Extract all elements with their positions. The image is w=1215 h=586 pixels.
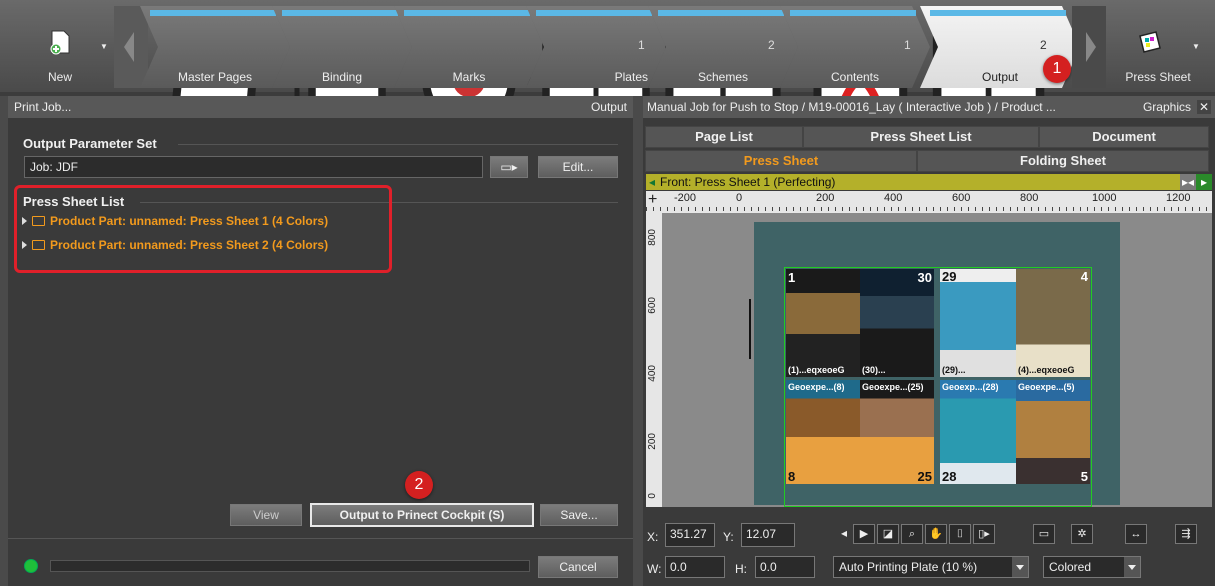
measure-icon[interactable]: ↔ xyxy=(1125,524,1147,544)
x-coordinate-field[interactable]: 351.27 xyxy=(665,523,715,547)
output-parameter-set-field[interactable]: Job: JDF xyxy=(24,156,483,178)
center-splitter[interactable] xyxy=(633,96,643,586)
scroll-right-button[interactable] xyxy=(1072,6,1106,88)
zoom-icon[interactable]: ⌕ xyxy=(901,524,923,544)
step-schemes[interactable]: 2 Schemes xyxy=(648,6,798,128)
divider xyxy=(178,144,618,145)
height-field[interactable]: 0.0 xyxy=(755,556,815,578)
cancel-button[interactable]: Cancel xyxy=(538,556,618,578)
chevron-down-icon xyxy=(1012,557,1028,577)
sheet-direction-arrow xyxy=(749,299,751,359)
output-to-prinect-cockpit-button[interactable]: Output to Prinect Cockpit (S) xyxy=(310,503,534,527)
monitor-arrow-icon: ▭▸ xyxy=(500,160,518,174)
frame-select-icon[interactable]: ◪ xyxy=(877,524,899,544)
panel-header: Manual Job for Push to Stop / M19-00016_… xyxy=(643,96,1215,118)
new-button[interactable]: ▼ New xyxy=(8,6,112,88)
page-thumbnail: Geoexp...(28) 28 xyxy=(940,380,1016,484)
highlight-box xyxy=(14,185,392,273)
save-button[interactable]: Save... xyxy=(540,504,618,526)
panel-title: Print Job... xyxy=(14,100,72,114)
tab-press-sheet-list[interactable]: Press Sheet List xyxy=(803,126,1039,148)
page-thumbnail: 29 (29)... xyxy=(940,269,1016,377)
page-thumbnail: Geoexpe...(8) 8 xyxy=(786,380,860,484)
step-master-pages[interactable]: Master Pages xyxy=(140,6,290,144)
divider xyxy=(8,538,633,539)
callout-badge-2: 2 xyxy=(405,471,433,499)
tab-page-list[interactable]: Page List xyxy=(645,126,803,148)
print-job-panel: Print Job... Output Output Parameter Set… xyxy=(8,96,633,586)
preflight-icon[interactable]: ⇶ xyxy=(1175,524,1197,544)
toolbar-scroll-left-icon[interactable]: ◂ xyxy=(841,526,847,540)
chevron-down-icon[interactable]: ▼ xyxy=(100,42,108,51)
horizontal-ruler: + -200 0 200 400 600 800 1000 1200 xyxy=(646,191,1212,213)
page-thumbnail: 30 (30)... xyxy=(860,269,934,377)
new-document-icon xyxy=(50,30,70,55)
y-coordinate-field[interactable]: 12.07 xyxy=(741,523,795,547)
page-thumbnail: 4 (4)...eqxeoeG xyxy=(1016,269,1090,377)
step-plates[interactable]: 1 Plates xyxy=(526,6,666,120)
sheet-navigation-bar: ◂ Front: Press Sheet 1 (Perfecting) ▸◂ ▸ xyxy=(646,174,1212,190)
page-thumbnail: Geoexpe...(25) 25 xyxy=(860,380,934,484)
printing-plate-dropdown[interactable]: Auto Printing Plate (10 %) xyxy=(833,556,1029,578)
press-sheet-preview: 1 (1)...eqxeoeG 30 (30)... 29 (29)... 4 … xyxy=(754,222,1120,507)
tab-press-sheet[interactable]: Press Sheet xyxy=(645,150,917,172)
step-marks[interactable]: Marks xyxy=(394,6,544,146)
panel-title: Manual Job for Push to Stop / M19-00016_… xyxy=(647,100,1056,114)
press-sheet-icon xyxy=(1139,31,1161,53)
callout-badge-1: 1 xyxy=(1043,55,1071,83)
color-mode-dropdown[interactable]: Colored xyxy=(1043,556,1141,578)
view-button[interactable]: View xyxy=(230,504,302,526)
chevron-down-icon xyxy=(1124,557,1140,577)
fit-icon[interactable]: ▸◂ xyxy=(1180,174,1196,190)
workflow-bar: ▼ New Master Pages Binding Marks 1 Plate… xyxy=(0,0,1215,146)
view-tabs: Page List Press Sheet List Document xyxy=(645,126,1209,148)
close-icon[interactable]: ✕ xyxy=(1197,100,1211,114)
output-parameter-set-title: Output Parameter Set xyxy=(23,136,157,151)
page-thumbnail: Geoexpe...(5) 5 xyxy=(1016,380,1090,484)
vertical-ruler: 800 600 400 200 0 xyxy=(646,213,662,507)
left-splitter[interactable] xyxy=(0,96,8,586)
more-tools-icon[interactable]: ▯▸ xyxy=(973,524,995,544)
page-thumbnail: 1 (1)...eqxeoeG xyxy=(786,269,860,377)
hand-icon[interactable]: ✋ xyxy=(925,524,947,544)
chevron-down-icon[interactable]: ▼ xyxy=(1192,42,1200,51)
step-binding[interactable]: Binding xyxy=(272,6,412,139)
tab-folding-sheet[interactable]: Folding Sheet xyxy=(917,150,1209,172)
select-parameter-set-button[interactable]: ▭▸ xyxy=(490,156,528,178)
sheet-tabs: Press Sheet Folding Sheet xyxy=(645,150,1209,172)
progress-bar xyxy=(50,560,530,572)
arrow-right-icon xyxy=(1086,32,1096,62)
status-indicator xyxy=(24,559,38,573)
previous-sheet-icon[interactable]: ◂ xyxy=(649,174,655,190)
graphics-panel: Manual Job for Push to Stop / M19-00016_… xyxy=(643,96,1215,586)
step-contents[interactable]: 1 Contents xyxy=(780,6,930,144)
crop-box-icon[interactable]: ⌷ xyxy=(949,524,971,544)
press-sheet-button[interactable]: ▼ Press Sheet xyxy=(1106,6,1210,88)
arrow-left-icon xyxy=(124,32,134,62)
panel-header: Print Job... Output xyxy=(8,96,633,118)
panel-context: Graphics xyxy=(1142,100,1191,114)
edit-button[interactable]: Edit... xyxy=(538,156,618,178)
press-sheet-canvas[interactable]: 1 (1)...eqxeoeG 30 (30)... 29 (29)... 4 … xyxy=(662,213,1212,507)
page-view-icon[interactable]: ▭ xyxy=(1033,524,1055,544)
panel-context: Output xyxy=(590,100,627,114)
sheet-title: Front: Press Sheet 1 (Perfecting) xyxy=(660,175,836,189)
tab-document[interactable]: Document xyxy=(1039,126,1209,148)
select-arrow-icon[interactable]: ▶ xyxy=(853,524,875,544)
color-settings-icon[interactable]: ✲ xyxy=(1071,524,1093,544)
next-sheet-icon[interactable]: ▸ xyxy=(1196,174,1212,190)
width-field[interactable]: 0.0 xyxy=(665,556,725,578)
